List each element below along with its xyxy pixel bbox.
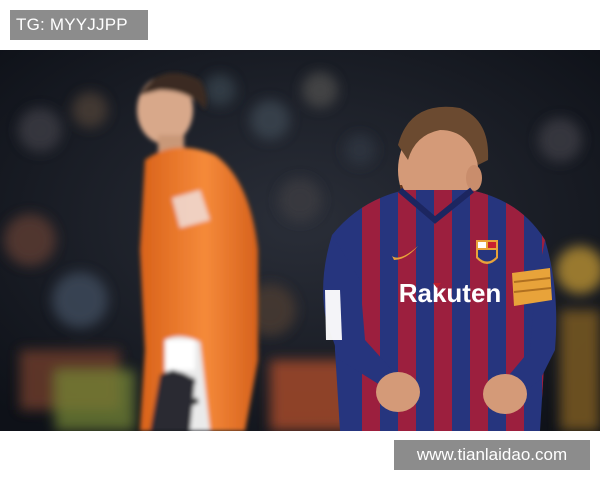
watermark-bottom: www.tianlaidao.com: [394, 440, 590, 470]
football-photo: Rakuten: [0, 50, 600, 431]
club-crest-icon: [476, 240, 498, 264]
watermark-top: TG: MYYJJPP: [10, 10, 148, 40]
jersey-sponsor: Rakuten: [399, 278, 502, 308]
